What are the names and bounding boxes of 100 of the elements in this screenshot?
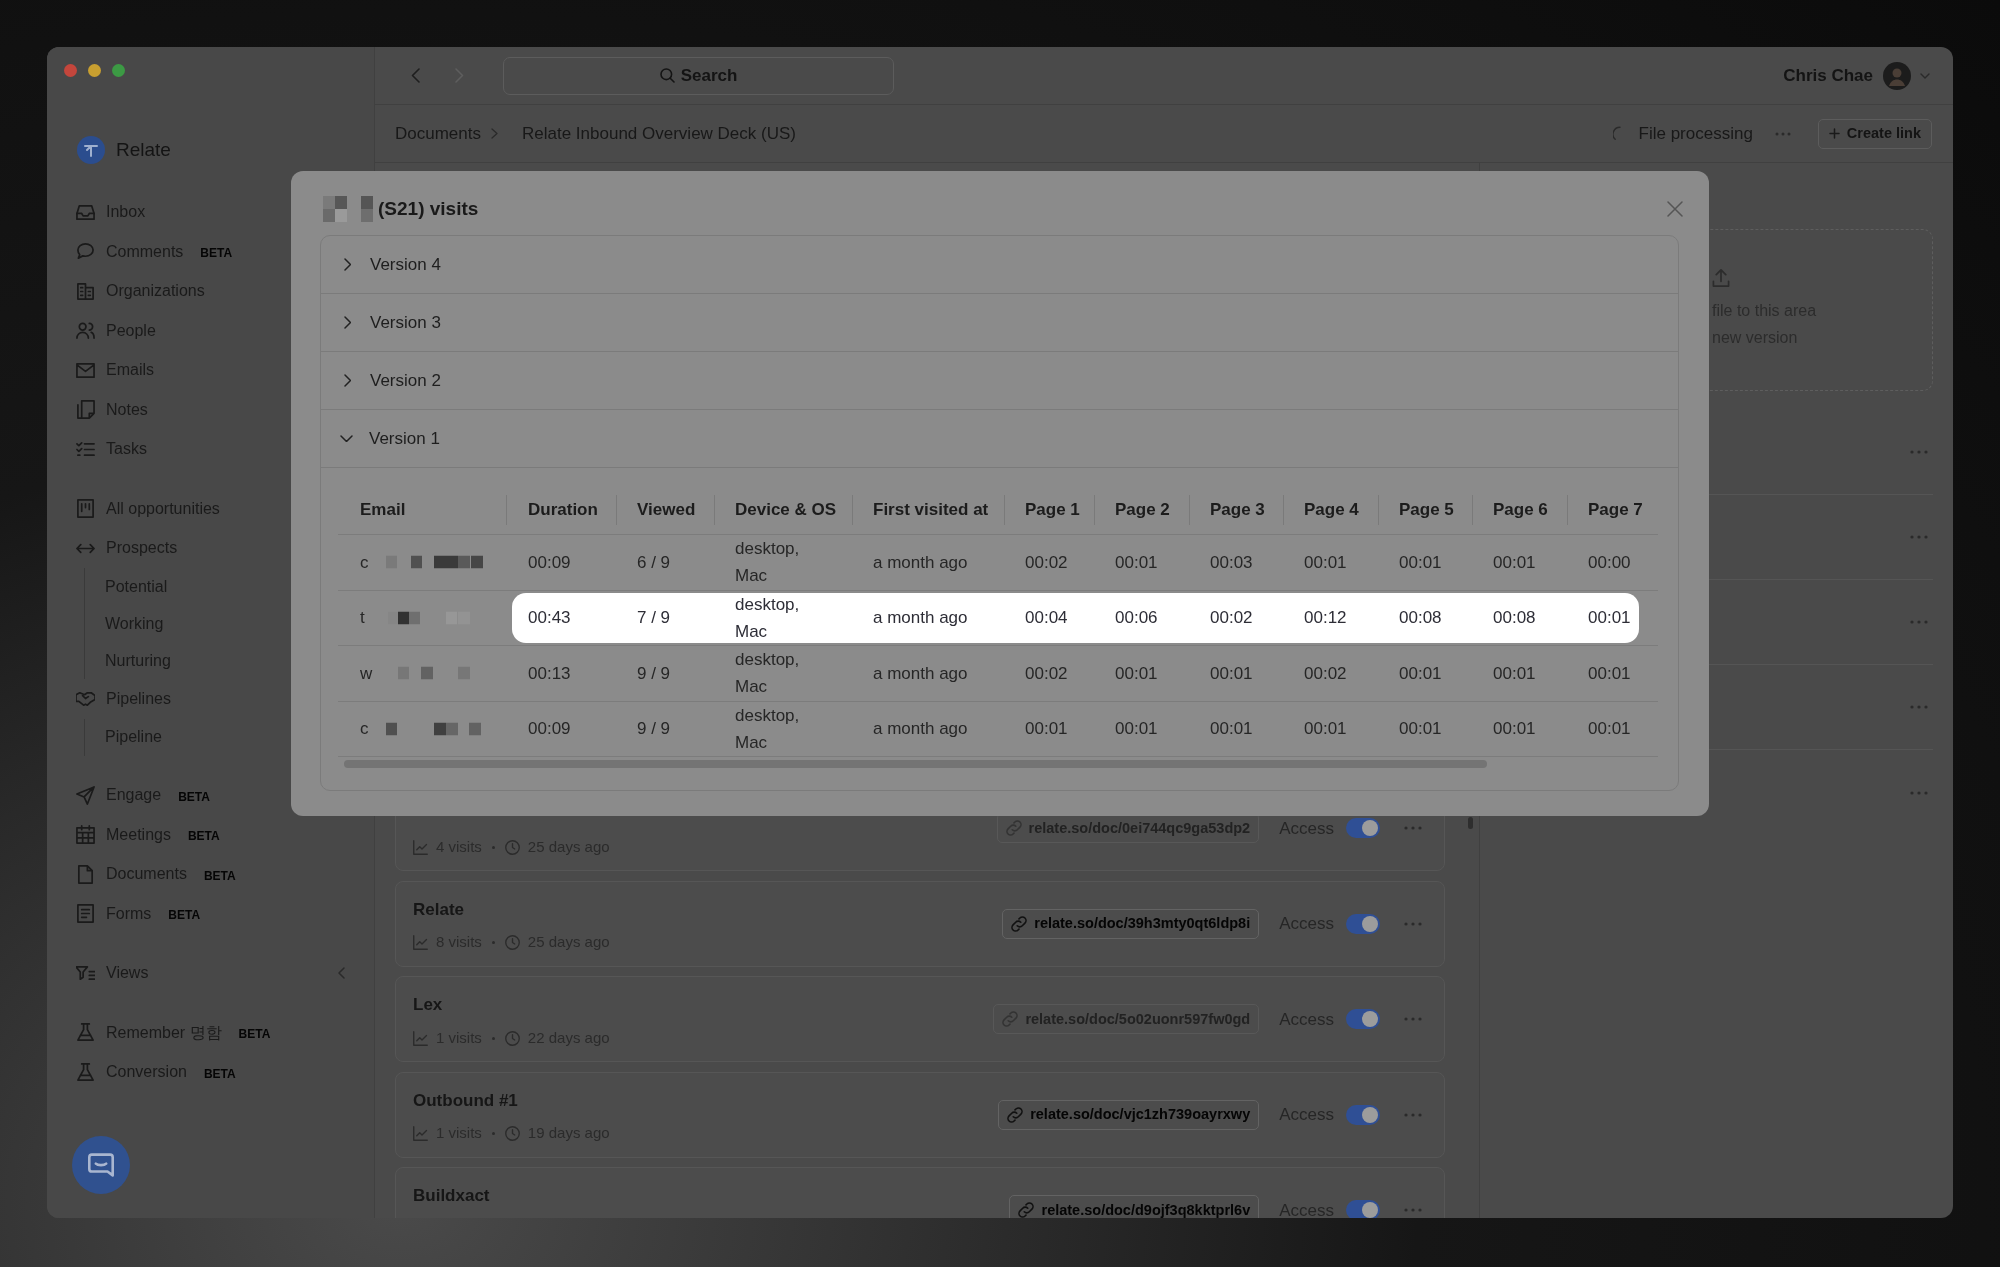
table-cell-text: 00:01 [1493, 551, 1536, 574]
logo-icon [77, 136, 105, 164]
table-cell-text: 7 / 9 [637, 607, 671, 630]
table-cell-text: t [360, 607, 365, 629]
table-cell-text: 00:01 [1210, 718, 1253, 741]
beta-label: BETA [168, 907, 201, 925]
chevron-down-icon[interactable] [1920, 72, 1930, 79]
line-chart-icon [413, 935, 428, 950]
chat-icon [88, 1153, 114, 1177]
window-minimize-icon[interactable] [88, 64, 101, 77]
table-cell-text: 00:01 [1493, 662, 1536, 685]
table-cell-text: 00:01 [1115, 662, 1158, 685]
more-icon[interactable] [1910, 790, 1928, 795]
plus-icon [1828, 128, 1840, 139]
table-cell-text: 6 / 9 [637, 551, 671, 574]
more-icon[interactable] [1910, 705, 1928, 709]
pixelated-redaction-icon [386, 722, 481, 736]
more-icon[interactable] [1910, 450, 1928, 454]
paper-plane-icon [76, 785, 95, 805]
column-header: Email [360, 498, 406, 521]
access-toggle[interactable] [1346, 1200, 1380, 1218]
spinner-icon [1612, 125, 1621, 142]
table-cell-text: 00:09 [528, 551, 571, 574]
column-header: Duration [528, 498, 598, 521]
table-cell-text: 00:01 [1115, 718, 1158, 741]
avatar-icon [1883, 61, 1911, 90]
table-cell-text: a month ago [873, 607, 968, 630]
notes-icon [76, 400, 95, 420]
form-icon [76, 904, 95, 924]
link-icon [1005, 820, 1022, 836]
beta-label: BETA [203, 1065, 236, 1083]
more-icon[interactable] [1404, 826, 1422, 830]
more-icon[interactable] [1404, 1017, 1422, 1021]
link-icon [1002, 1011, 1019, 1027]
filter-list-icon [76, 963, 95, 983]
link-icon [1011, 915, 1028, 932]
column-header: First visited at [873, 498, 989, 521]
scrollbar-thumb[interactable] [1468, 817, 1473, 829]
table-cell-text: 00:09 [528, 718, 571, 741]
table-cell-text: 00:01 [1588, 662, 1631, 685]
more-icon[interactable] [1404, 1208, 1422, 1212]
table-cell-text: c [360, 718, 369, 740]
table-cell-text: 00:01 [1115, 551, 1158, 574]
version-header[interactable]: Version 2 [321, 352, 1678, 410]
inbox-icon [76, 202, 95, 222]
more-icon[interactable] [1910, 620, 1928, 624]
comment-icon [76, 242, 95, 262]
dialog-title: (S21) visits [378, 196, 479, 221]
table-cell-text: 00:00 [1588, 551, 1631, 574]
link-url-button[interactable]: relate.so/doc/vjc1zh739oayrxwy [998, 1099, 1260, 1130]
upload-icon [1712, 269, 1730, 287]
table-cell-text: 00:02 [1025, 662, 1068, 685]
link-url-button[interactable]: relate.so/doc/39h3mty0qt6ldp8i [1002, 908, 1260, 939]
column-header: Page 2 [1115, 498, 1170, 521]
link-icon [1018, 1202, 1035, 1218]
column-header: Page 4 [1304, 498, 1359, 521]
access-toggle[interactable] [1346, 1104, 1380, 1125]
envelope-icon [76, 360, 95, 380]
table-cell-text: desktop, Mac [735, 593, 801, 643]
table-cell-text: 00:01 [1588, 607, 1631, 630]
calendar-icon [76, 825, 95, 845]
line-chart-icon [413, 1126, 428, 1141]
table-cell-text: 00:08 [1399, 607, 1442, 630]
table-cell-text: 00:13 [528, 662, 571, 685]
more-icon[interactable] [1910, 535, 1928, 539]
more-icon[interactable] [1774, 131, 1791, 136]
handshake-icon [76, 689, 95, 709]
table-cell-text: desktop, Mac [735, 704, 801, 754]
clock-icon [504, 839, 520, 855]
window-close-icon[interactable] [64, 64, 77, 77]
pixelated-redaction-icon [386, 555, 483, 569]
table-cell-text: 00:02 [1210, 607, 1253, 630]
version-header[interactable]: Version 4 [321, 236, 1678, 294]
table-cell-text: 00:08 [1493, 607, 1536, 630]
pixelated-redaction-icon [323, 196, 373, 222]
column-header: Page 6 [1493, 498, 1548, 521]
table-cell-text: 00:03 [1210, 551, 1253, 574]
table-cell-text: 00:12 [1304, 607, 1347, 630]
more-icon[interactable] [1404, 1112, 1422, 1117]
checklist-icon [76, 439, 95, 459]
beta-label: BETA [178, 788, 210, 806]
access-toggle[interactable] [1346, 913, 1380, 934]
window-maximize-icon[interactable] [112, 64, 125, 77]
chevron-left-icon[interactable] [338, 967, 345, 980]
table-cell-text: 00:01 [1399, 718, 1442, 741]
line-chart-icon [413, 1030, 428, 1046]
close-icon[interactable] [1667, 201, 1683, 217]
table-cell-text: w [360, 662, 373, 685]
table-cell-text: 9 / 9 [637, 662, 671, 685]
version-header[interactable]: Version 1 [321, 410, 1678, 468]
table-cell-text: c [360, 551, 369, 574]
flask-icon [76, 1062, 95, 1082]
clock-icon [504, 1126, 520, 1141]
beta-label: BETA [187, 828, 220, 846]
link-url-button[interactable]: relate.so/doc/d9ojf3q8kktprl6v [1009, 1195, 1260, 1218]
version-header[interactable]: Version 3 [321, 294, 1678, 352]
more-icon[interactable] [1404, 921, 1422, 926]
table-cell-text: 00:01 [1493, 718, 1536, 741]
building-icon [76, 281, 95, 301]
beta-label: BETA [238, 1026, 271, 1044]
